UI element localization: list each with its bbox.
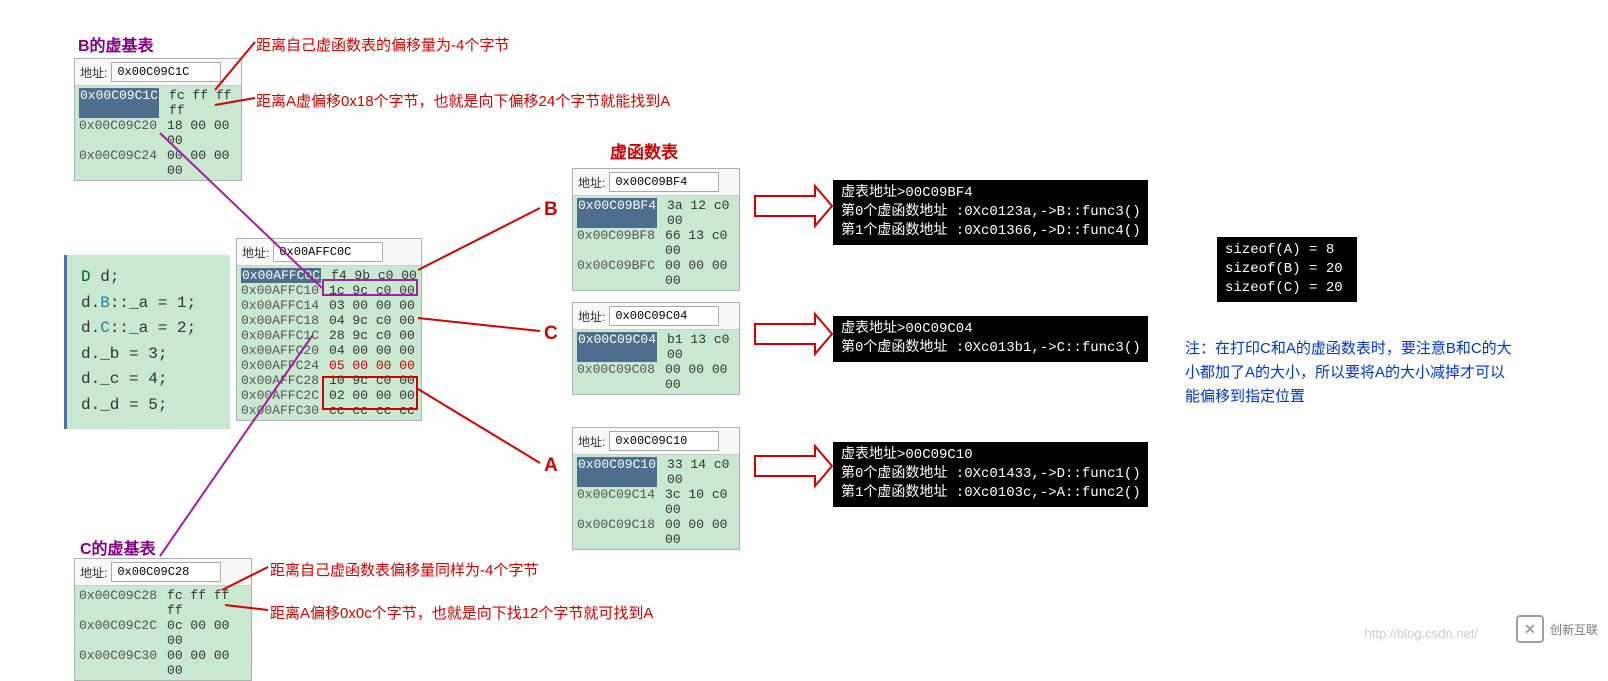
addr-label: 地址: <box>242 244 269 261</box>
code-token: d; <box>91 268 120 286</box>
memview-vft-a: 地址: 0x00C09C10 33 14 c0 00 0x00C09C14 3c 1… <box>572 427 740 550</box>
watermark: http://blog.csdn.net/ <box>1365 626 1478 641</box>
mem-bytes: 00 00 00 00 <box>665 258 735 288</box>
mem-bytes: 05 00 00 00 <box>329 358 415 373</box>
letter-b: B <box>544 199 558 221</box>
addr-input[interactable] <box>609 431 719 451</box>
memview-b-vbtable: 地址: 0x00C09C1C fc ff ff ff 0x00C09C20 18 0… <box>74 58 242 181</box>
code-token: B <box>100 294 110 312</box>
term-output-b: 虚表地址>00C09BF4 第0个虚函数地址 :0Xc0123a,->B::fu… <box>833 180 1148 245</box>
highlight-purple-box <box>322 279 418 296</box>
mem-bytes: 00 00 00 00 <box>665 362 735 392</box>
c-anno-1: 距离自己虚函数表偏移量同样为-4个字节 <box>270 559 538 580</box>
mem-addr: 0x00AFFC10 <box>241 283 319 298</box>
mem-addr: 0x00C09C08 <box>577 362 655 392</box>
addr-input[interactable] <box>111 562 221 582</box>
b-anno-2: 距离A虚偏移0x18个字节，也就是向下偏移24个字节就能找到A <box>256 90 670 111</box>
c-vbtable-title: C的虚基表 <box>80 535 156 559</box>
mem-addr: 0x00C09C30 <box>79 648 157 678</box>
mem-addr: 0x00C09C18 <box>577 517 655 547</box>
mem-addr: 0x00AFFC14 <box>241 298 319 313</box>
mem-addr: 0x00C09C04 <box>577 332 657 362</box>
code-token: ::_a = 1; <box>110 294 196 312</box>
mem-bytes: 33 14 c0 00 <box>667 457 735 487</box>
mem-bytes: fc ff ff ff <box>169 88 237 118</box>
mem-addr: 0x00C09C28 <box>79 588 157 618</box>
mem-addr: 0x00C09C24 <box>79 148 157 178</box>
mem-addr: 0x00AFFC20 <box>241 343 319 358</box>
letter-a: A <box>544 455 558 477</box>
addr-input[interactable] <box>609 306 719 326</box>
code-box: D d; d.B::_a = 1; d.C::_a = 2; d._b = 3;… <box>64 255 230 429</box>
mem-bytes: 18 00 00 00 <box>167 118 237 148</box>
code-token: ::_a = 2; <box>110 319 196 337</box>
logo: ✕ 创新互联 <box>1516 615 1598 643</box>
mem-addr: 0x00AFFC24 <box>241 358 319 373</box>
memview-vft-b: 地址: 0x00C09BF4 3a 12 c0 00 0x00C09BF8 66 1… <box>572 168 740 291</box>
logo-text: 创新互联 <box>1550 621 1598 638</box>
addr-input[interactable] <box>111 62 221 82</box>
term-sizeof: sizeof(A) = 8 sizeof(B) = 20 sizeof(C) =… <box>1217 237 1357 302</box>
addr-label: 地址: <box>578 433 605 450</box>
letter-c: C <box>544 323 558 345</box>
code-token: C <box>100 319 110 337</box>
addr-label: 地址: <box>80 564 107 581</box>
code-token: d. <box>81 294 100 312</box>
highlight-red-box <box>322 376 418 410</box>
mem-addr: 0x00C09C14 <box>577 487 655 517</box>
code-line: d._d = 5; <box>81 393 216 419</box>
mem-bytes: 04 00 00 00 <box>329 343 415 358</box>
mem-bytes: 03 00 00 00 <box>329 298 415 313</box>
c-anno-2: 距离A偏移0x0c个字节，也就是向下找12个字节就可找到A <box>270 602 653 623</box>
mem-addr: 0x00AFFC1C <box>241 328 319 343</box>
vftable-title: 虚函数表 <box>610 138 678 163</box>
logo-icon: ✕ <box>1516 615 1544 643</box>
term-output-a: 虚表地址>00C09C10 第0个虚函数地址 :0Xc01433,->D::fu… <box>833 442 1148 507</box>
b-anno-1: 距离自己虚函数表的偏移量为-4个字节 <box>256 34 509 55</box>
mem-addr: 0x00C09BF4 <box>577 198 657 228</box>
mem-addr: 0x00C09C2C <box>79 618 157 648</box>
mem-bytes: fc ff ff ff <box>167 588 247 618</box>
code-line: d._b = 3; <box>81 342 216 368</box>
addr-input[interactable] <box>609 172 719 192</box>
code-token: d. <box>81 319 100 337</box>
addr-label: 地址: <box>578 308 605 325</box>
mem-addr: 0x00C09BFC <box>577 258 655 288</box>
mem-bytes: 04 9c c0 00 <box>329 313 415 328</box>
mem-bytes: 28 9c c0 00 <box>329 328 415 343</box>
addr-label: 地址: <box>578 174 605 191</box>
mem-bytes: 00 00 00 00 <box>167 648 247 678</box>
mem-addr: 0x00AFFC18 <box>241 313 319 328</box>
b-vbtable-title: B的虚基表 <box>78 32 154 56</box>
mem-bytes: 0c 00 00 00 <box>167 618 247 648</box>
mem-bytes: 3a 12 c0 00 <box>667 198 735 228</box>
code-token: D <box>81 268 91 286</box>
mem-bytes: 3c 10 c0 00 <box>665 487 735 517</box>
mem-bytes: 00 00 00 00 <box>665 517 735 547</box>
note-blue: 注：在打印C和A的虚函数表时，要注意B和C的大小都加了A的大小，所以要将A的大小… <box>1185 337 1515 409</box>
term-output-c: 虚表地址>00C09C04 第0个虚函数地址 :0Xc013b1,->C::fu… <box>833 316 1148 362</box>
mem-addr: 0x00C09C1C <box>79 88 159 118</box>
mem-bytes: b1 13 c0 00 <box>667 332 735 362</box>
mem-addr: 0x00AFFC28 <box>241 373 319 388</box>
mem-addr: 0x00C09C20 <box>79 118 157 148</box>
mem-bytes: 66 13 c0 00 <box>665 228 735 258</box>
mem-addr: 0x00C09C10 <box>577 457 657 487</box>
mem-addr: 0x00C09BF8 <box>577 228 655 258</box>
memview-vft-c: 地址: 0x00C09C04 b1 13 c0 00 0x00C09C08 00 0… <box>572 302 740 395</box>
mem-addr: 0x00AFFC2C <box>241 388 319 403</box>
mem-bytes: 00 00 00 00 <box>167 148 237 178</box>
addr-input[interactable] <box>273 242 383 262</box>
addr-label: 地址: <box>80 64 107 81</box>
mem-addr: 0x00AFFC0C <box>241 268 321 283</box>
code-line: d._c = 4; <box>81 367 216 393</box>
memview-c-vbtable: 地址: 0x00C09C28 fc ff ff ff 0x00C09C2C 0c 0… <box>74 558 252 681</box>
mem-addr: 0x00AFFC30 <box>241 403 319 418</box>
